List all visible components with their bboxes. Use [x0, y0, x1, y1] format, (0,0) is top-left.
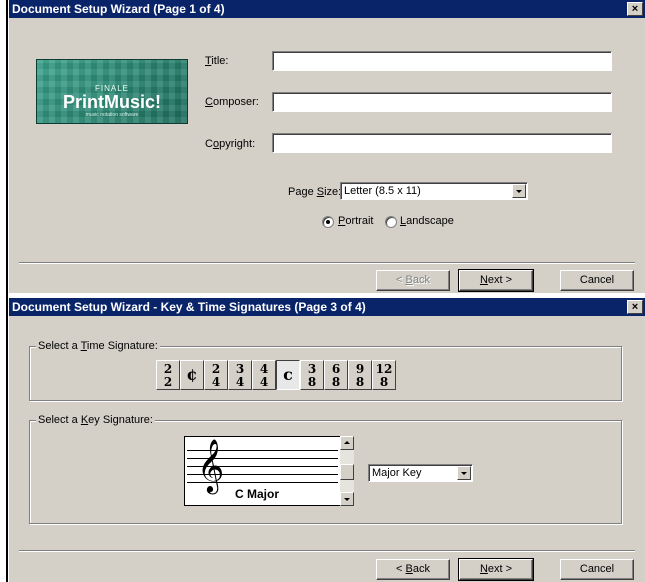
document-setup-wizard-page3: Document Setup Wizard - Key & Time Signa… [9, 298, 645, 582]
next-button[interactable]: Next > [458, 558, 534, 581]
key-mode-value: Major Key [372, 467, 422, 479]
portrait-radio[interactable] [322, 216, 334, 228]
copyright-field[interactable] [272, 133, 612, 153]
key-mode-select[interactable]: Major Key [368, 464, 473, 482]
printmusic-logo: FINALE PrintMusic! music notation softwa… [36, 59, 188, 124]
time-signature-bottom: 8 [379, 375, 389, 389]
next-button[interactable]: Next > [458, 269, 534, 292]
time-signature-bottom: 4 [235, 375, 245, 389]
time-signature-bottom: 8 [331, 375, 341, 389]
time-signature-fraction: 98 [356, 363, 364, 389]
title-field[interactable] [272, 51, 612, 71]
time-signature-symbol: ¢ [186, 365, 198, 384]
title-label: Title: [205, 55, 229, 67]
key-signature-staff: 𝄞 C Major [184, 436, 341, 506]
time-signature-button[interactable]: 34 [228, 360, 252, 390]
window-title: Document Setup Wizard (Page 1 of 4) [12, 2, 225, 16]
time-signature-group-label: Select a Time Signature: [36, 340, 160, 352]
time-signature-fraction: 22 [164, 363, 172, 389]
time-signature-button[interactable]: c [276, 360, 300, 390]
separator [19, 262, 635, 264]
time-signature-buttons: 2 2 ¢ 2 4 3 4 4 4 c 3 8 6 8 9 8 12 8 [156, 360, 396, 394]
landscape-label[interactable]: Landscape [400, 215, 454, 227]
back-button[interactable]: < Back [376, 270, 450, 291]
close-icon: × [631, 3, 639, 15]
chevron-down-icon[interactable] [457, 466, 471, 480]
chevron-down-icon[interactable] [512, 184, 526, 198]
scroll-thumb[interactable] [340, 464, 354, 480]
time-signature-bottom: 2 [163, 375, 173, 389]
treble-clef-icon: 𝄞 [197, 438, 225, 492]
time-signature-button[interactable]: 24 [204, 360, 228, 390]
time-signature-bottom: 8 [307, 375, 317, 389]
back-button[interactable]: < Back [376, 559, 450, 580]
time-signature-fraction: 34 [236, 363, 244, 389]
document-setup-wizard-page1: Document Setup Wizard (Page 1 of 4) × FI… [9, 0, 645, 293]
time-signature-fraction: 44 [260, 363, 268, 389]
landscape-radio[interactable] [385, 216, 397, 228]
time-signature-button[interactable]: ¢ [180, 360, 204, 390]
key-name: C Major [235, 487, 280, 501]
time-signature-fraction: 24 [212, 363, 220, 389]
time-signature-bottom: 4 [259, 375, 269, 389]
page-size-value: Letter (8.5 x 11) [344, 185, 421, 197]
time-signature-bottom: 4 [211, 375, 221, 389]
time-signature-button[interactable]: 38 [300, 360, 324, 390]
cancel-button[interactable]: Cancel [560, 559, 634, 580]
title-bar: Document Setup Wizard (Page 1 of 4) × [9, 0, 645, 18]
time-signature-button[interactable]: 98 [348, 360, 372, 390]
window-title: Document Setup Wizard - Key & Time Signa… [12, 300, 366, 314]
scroll-up-icon[interactable] [340, 436, 354, 450]
page-size-select[interactable]: Letter (8.5 x 11) [340, 182, 528, 200]
time-signature-button[interactable]: 44 [252, 360, 276, 390]
separator [19, 550, 635, 552]
title-bar: Document Setup Wizard - Key & Time Signa… [9, 298, 645, 316]
close-button[interactable]: × [627, 300, 643, 314]
time-signature-symbol: c [283, 365, 293, 384]
copyright-label: Copyright: [205, 138, 256, 150]
composer-label: Composer: [205, 96, 259, 108]
key-scrollbar[interactable] [340, 436, 354, 506]
time-signature-fraction: 68 [332, 363, 340, 389]
time-signature-button[interactable]: 68 [324, 360, 348, 390]
logo-product-name: PrintMusic! [62, 92, 161, 112]
close-icon: × [631, 301, 639, 313]
close-button[interactable]: × [627, 2, 643, 16]
time-signature-fraction: 38 [308, 363, 316, 389]
portrait-label[interactable]: Portrait [338, 215, 373, 227]
time-signature-bottom: 8 [355, 375, 365, 389]
composer-field[interactable] [272, 92, 612, 112]
time-signature-button[interactable]: 12 8 [372, 360, 396, 390]
page-size-label: Page Size: [288, 186, 342, 198]
cancel-button[interactable]: Cancel [560, 270, 634, 291]
time-signature-button[interactable]: 22 [156, 360, 180, 390]
background-window-edge [0, 0, 9, 582]
scroll-down-icon[interactable] [340, 492, 354, 506]
key-signature-group-label: Select a Key Signature: [36, 414, 155, 426]
logo-tagline: music notation software [85, 112, 139, 118]
time-signature-fraction: 12 8 [376, 363, 393, 389]
